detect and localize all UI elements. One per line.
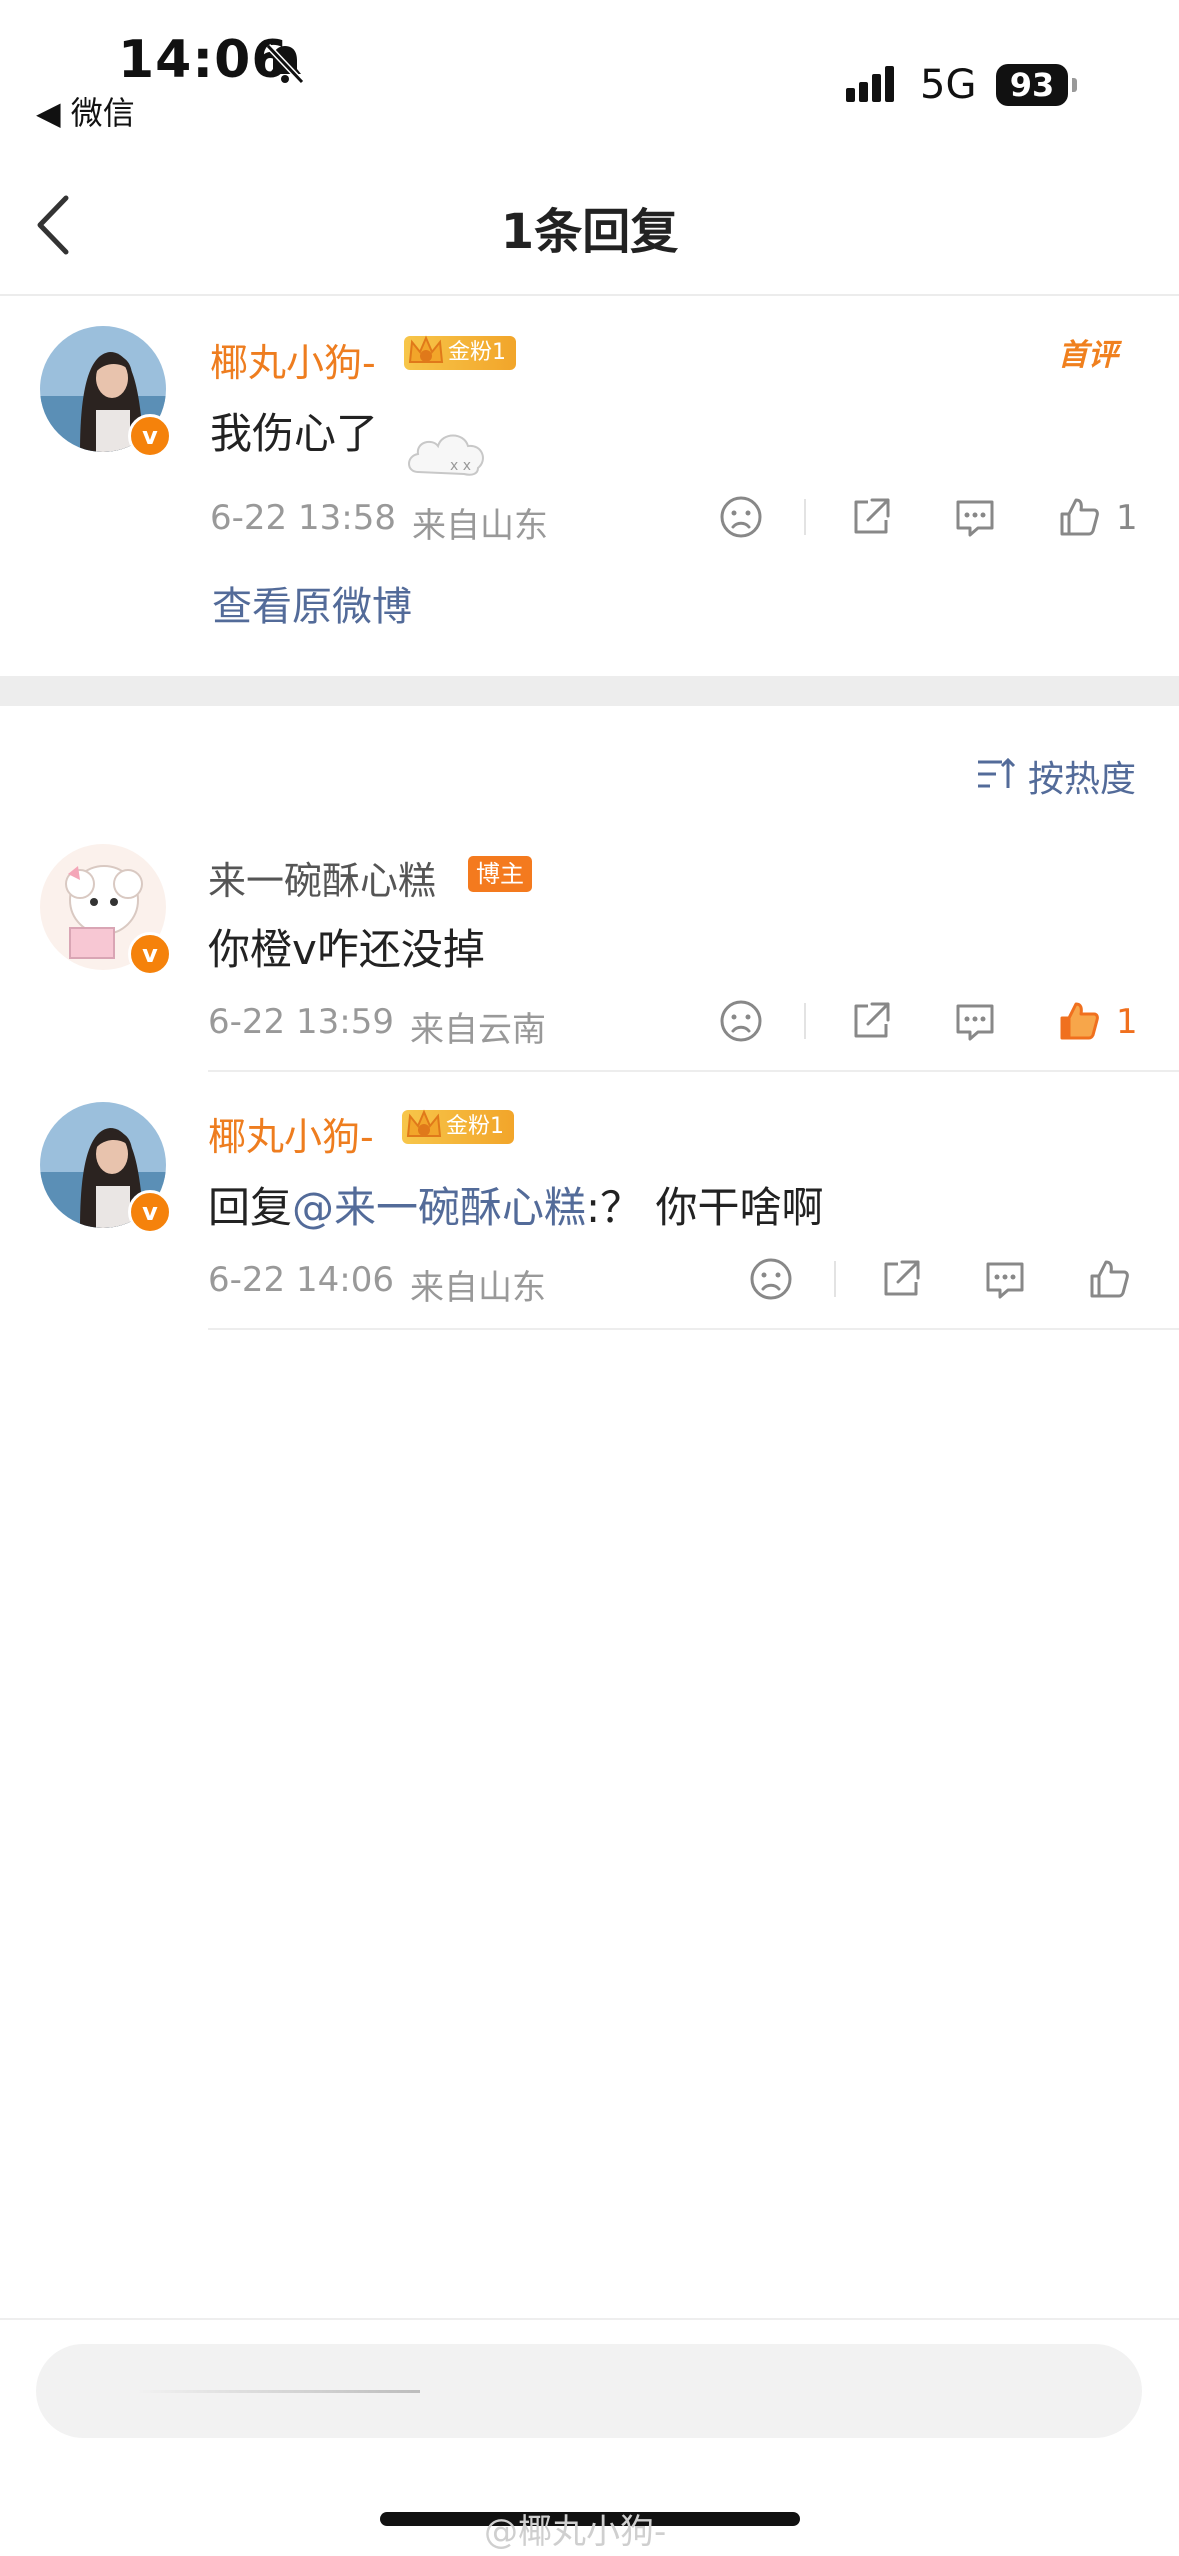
input-bar-divider [0, 2318, 1179, 2320]
header-divider [0, 294, 1179, 296]
verified-badge-icon: v [128, 932, 172, 976]
gold-fans-badge: 金粉1 [402, 1109, 514, 1144]
row-divider [208, 1070, 1179, 1072]
reply-text: 回复@来一碗酥心糕:？ 你干啥啊 [208, 1174, 824, 1235]
first-comment-tag: 首评 [1058, 338, 1118, 373]
reply-location: 来自云南 [410, 1010, 546, 1050]
gold-fans-badge: 金粉1 [404, 335, 516, 370]
reply-body: :？ 你干啥啊 [586, 1183, 824, 1232]
svg-text:x x: x x [450, 458, 471, 474]
sticker-cloud-icon: x x [408, 434, 484, 476]
reply-username[interactable]: 椰丸小狗- [208, 1106, 374, 1161]
reply-text: 你橙v咋还没掉 [208, 925, 485, 974]
dislike-face-icon[interactable] [718, 998, 764, 1044]
reply-input[interactable] [36, 2344, 1142, 2438]
network-type: 5G [920, 62, 977, 108]
reply-timestamp: 6-22 13:59 [208, 1002, 394, 1042]
dislike-face-icon[interactable] [718, 494, 764, 540]
back-to-wechat-link[interactable]: ◀ 微信 [36, 88, 135, 134]
input-cursor-line [136, 2390, 420, 2393]
like-count: 1 [1116, 498, 1138, 538]
blogger-badge: 博主 [468, 856, 532, 892]
comment-username[interactable]: 椰丸小狗- [210, 332, 376, 387]
comment-text: 我伤心了 [210, 409, 379, 458]
comment-icon[interactable] [952, 998, 998, 1044]
reply-prefix: 回复 [208, 1183, 293, 1232]
cellular-signal-icon [846, 66, 898, 102]
liked-thumb-icon[interactable] [1056, 998, 1102, 1044]
comment-timestamp: 6-22 13:58 [210, 498, 396, 538]
page-title: 1条回复 [500, 204, 679, 260]
verified-badge-icon: v [128, 414, 172, 458]
crown-icon [406, 1109, 442, 1137]
comment-icon[interactable] [982, 1256, 1028, 1302]
action-separator [834, 1261, 836, 1297]
reply-location: 来自山东 [410, 1268, 546, 1308]
watermark-text: @椰丸小狗- [484, 2512, 667, 2552]
mention-link[interactable]: @来一碗酥心糕 [292, 1183, 586, 1232]
row-divider [208, 1328, 1179, 1330]
sort-icon [978, 757, 1016, 788]
verified-badge-icon: v [128, 1190, 172, 1234]
comment-location: 来自山东 [412, 506, 548, 546]
silent-bell-icon [265, 43, 305, 85]
like-count: 1 [1116, 1002, 1138, 1042]
crown-icon [408, 335, 444, 363]
battery-level: 93 [996, 64, 1068, 106]
action-separator [804, 499, 806, 535]
dislike-face-icon[interactable] [748, 1256, 794, 1302]
share-icon[interactable] [848, 494, 894, 540]
share-icon[interactable] [878, 1256, 924, 1302]
action-separator [804, 1003, 806, 1039]
like-thumb-icon[interactable] [1086, 1256, 1132, 1302]
reply-username[interactable]: 来一碗酥心糕 [208, 850, 436, 905]
comment-icon[interactable] [952, 494, 998, 540]
battery-nub [1072, 78, 1077, 92]
sort-label: 按热度 [1028, 759, 1137, 800]
view-original-weibo-link[interactable]: 查看原微博 [212, 574, 412, 632]
share-icon[interactable] [848, 998, 894, 1044]
reply-timestamp: 6-22 14:06 [208, 1260, 394, 1300]
like-thumb-icon[interactable] [1056, 494, 1102, 540]
section-separator [0, 676, 1179, 706]
